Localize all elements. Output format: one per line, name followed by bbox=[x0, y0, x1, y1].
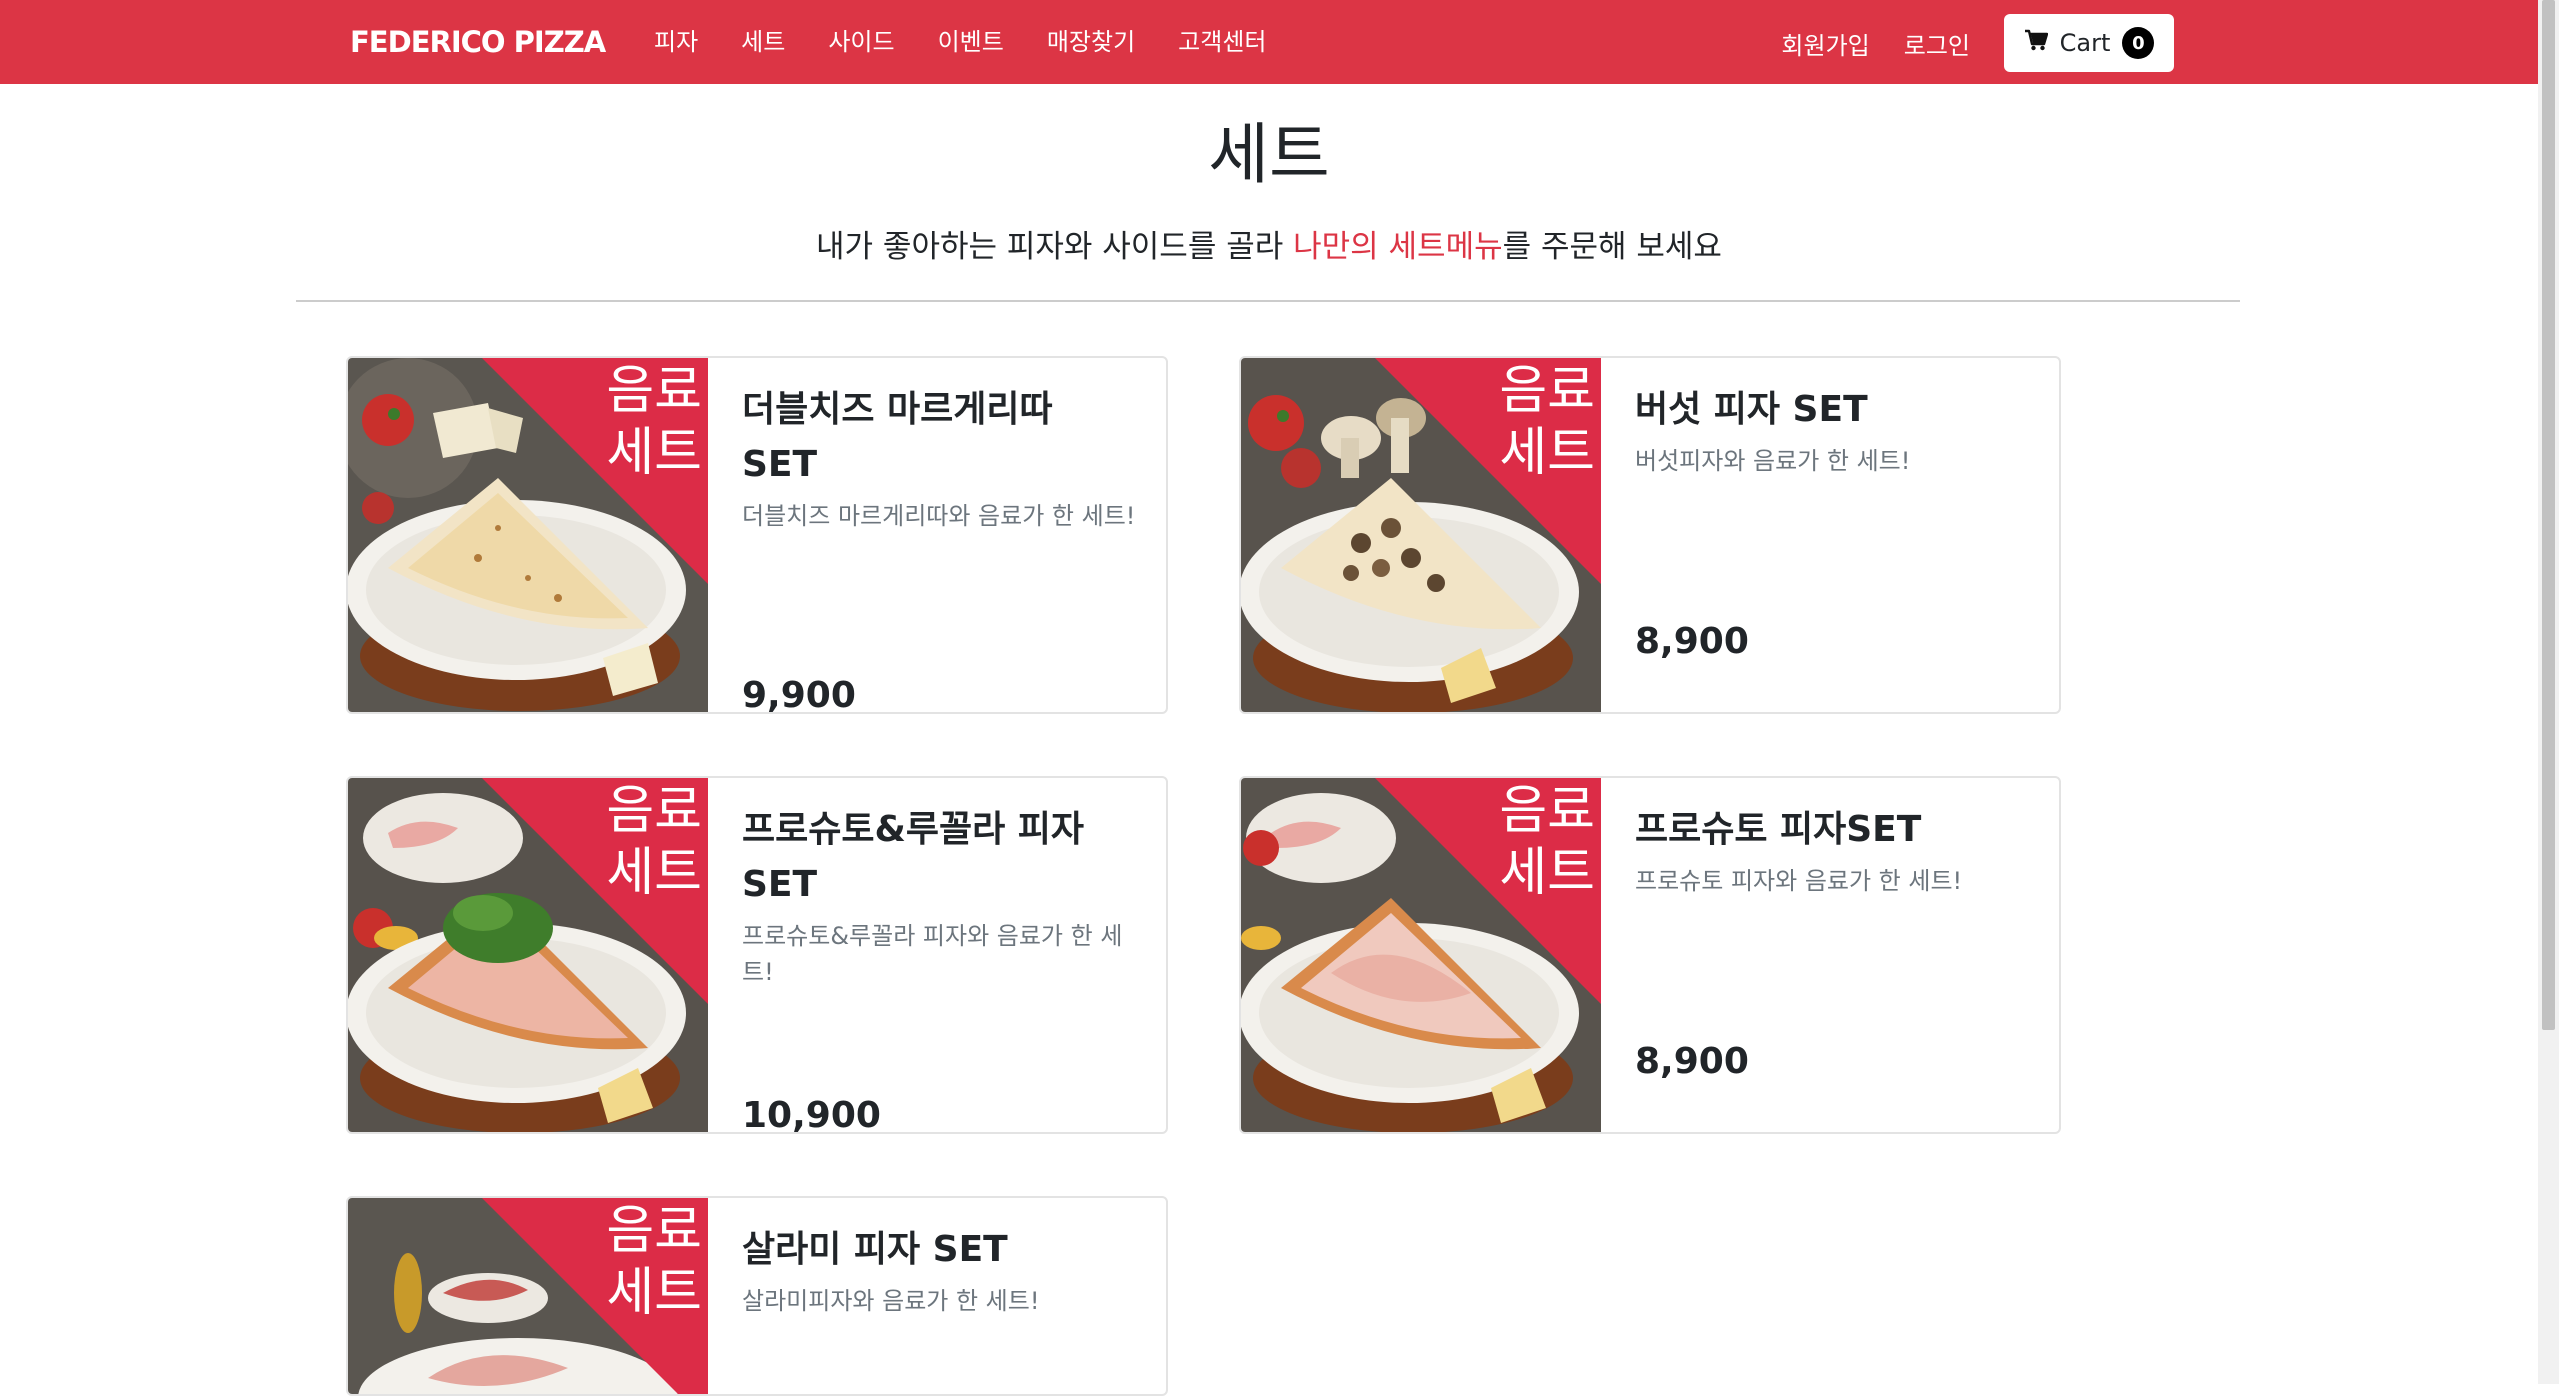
card-body: 프로슈토&루꼴라 피자 SET 프로슈토&루꼴라 피자와 음료가 한 세트! bbox=[742, 802, 1136, 990]
navbar: FEDERICO PIZZA 피자 세트 사이드 이벤트 매장찾기 고객센터 회… bbox=[0, 0, 2538, 84]
drink-set-banner: 음료 세트 bbox=[1499, 361, 1595, 483]
drink-set-banner: 음료 세트 bbox=[1499, 781, 1595, 903]
product-name[interactable]: 살라미 피자 SET bbox=[742, 1222, 1136, 1277]
nav-link-side[interactable]: 사이드 bbox=[828, 22, 894, 62]
product-price: 10,900 bbox=[742, 1095, 881, 1134]
product-name[interactable]: 프로슈토 피자SET bbox=[1635, 802, 2029, 857]
product-name[interactable]: 버섯 피자 SET bbox=[1635, 382, 2029, 437]
nav-link-customer-center[interactable]: 고객센터 bbox=[1178, 22, 1266, 62]
subtitle-highlight: 나만의 세트메뉴 bbox=[1293, 229, 1503, 265]
product-image[interactable]: 음료 세트 bbox=[348, 778, 708, 1132]
product-name[interactable]: 프로슈토&루꼴라 피자 SET bbox=[742, 802, 1136, 912]
cart-label: Cart bbox=[2059, 29, 2111, 57]
product-card[interactable]: 음료 세트 프로슈토 피자SET 프로슈토 피자와 음료가 한 세트! 8,900 bbox=[1239, 776, 2061, 1134]
product-card[interactable]: 음료 세트 살라미 피자 SET 살라미피자와 음료가 한 세트! bbox=[346, 1196, 1168, 1396]
cart-icon bbox=[2024, 29, 2048, 57]
nav-link-set[interactable]: 세트 bbox=[741, 22, 785, 62]
header-divider bbox=[296, 300, 2240, 302]
product-image[interactable]: 음료 세트 bbox=[348, 358, 708, 712]
product-description: 버섯피자와 음료가 한 세트! bbox=[1635, 447, 1911, 475]
product-image[interactable]: 음료 세트 bbox=[1241, 778, 1601, 1132]
nav-link-store-finder[interactable]: 매장찾기 bbox=[1047, 22, 1135, 62]
subtitle-text-end: 를 주문해 보세요 bbox=[1502, 229, 1722, 265]
nav-menu: 피자 세트 사이드 이벤트 매장찾기 고객센터 bbox=[654, 22, 1310, 62]
product-image[interactable]: 음료 세트 bbox=[348, 1198, 708, 1394]
card-body: 더블치즈 마르게리따 SET 더블치즈 마르게리따와 음료가 한 세트! bbox=[742, 382, 1136, 534]
drink-set-banner: 음료 세트 bbox=[606, 781, 702, 903]
drink-set-banner: 음료 세트 bbox=[606, 1201, 702, 1323]
product-price: 8,900 bbox=[1635, 621, 1749, 662]
product-description: 프로슈토&루꼴라 피자와 음료가 한 세트! bbox=[742, 922, 1123, 986]
drink-set-banner: 음료 세트 bbox=[606, 361, 702, 483]
brand-logo[interactable]: FEDERICO PIZZA bbox=[350, 22, 606, 62]
nav-link-pizza[interactable]: 피자 bbox=[654, 22, 698, 62]
cart-button[interactable]: Cart 0 bbox=[2004, 14, 2174, 72]
card-body: 프로슈토 피자SET 프로슈토 피자와 음료가 한 세트! bbox=[1635, 802, 2029, 899]
subtitle-text: 내가 좋아하는 피자와 사이드를 골라 bbox=[816, 229, 1294, 265]
page-scrollbar[interactable] bbox=[2538, 0, 2559, 1384]
card-body: 살라미 피자 SET 살라미피자와 음료가 한 세트! bbox=[742, 1222, 1136, 1319]
product-card[interactable]: 음료 세트 더블치즈 마르게리따 SET 더블치즈 마르게리따와 음료가 한 세트… bbox=[346, 356, 1168, 714]
product-description: 프로슈토 피자와 음료가 한 세트! bbox=[1635, 867, 1963, 895]
page-title: 세트 bbox=[1208, 116, 1330, 193]
product-card[interactable]: 음료 세트 버섯 피자 SET 버섯피자와 음료가 한 세트! 8,900 bbox=[1239, 356, 2061, 714]
nav-right: 회원가입 로그인 Cart 0 bbox=[1781, 14, 2174, 72]
page-subtitle: 내가 좋아하는 피자와 사이드를 골라 나만의 세트메뉴를 주문해 보세요 bbox=[0, 222, 2538, 272]
product-price: 9,900 bbox=[742, 675, 856, 714]
product-name[interactable]: 더블치즈 마르게리따 SET bbox=[742, 382, 1136, 492]
product-description: 살라미피자와 음료가 한 세트! bbox=[742, 1287, 1040, 1315]
scrollbar-thumb[interactable] bbox=[2542, 0, 2555, 1030]
card-body: 버섯 피자 SET 버섯피자와 음료가 한 세트! bbox=[1635, 382, 2029, 479]
product-card[interactable]: 음료 세트 프로슈토&루꼴라 피자 SET 프로슈토&루꼴라 피자와 음료가 한 … bbox=[346, 776, 1168, 1134]
product-price: 8,900 bbox=[1635, 1041, 1749, 1082]
signup-link[interactable]: 회원가입 bbox=[1781, 26, 1869, 61]
login-link[interactable]: 로그인 bbox=[1904, 26, 1970, 61]
product-image[interactable]: 음료 세트 bbox=[1241, 358, 1601, 712]
product-description: 더블치즈 마르게리따와 음료가 한 세트! bbox=[742, 502, 1136, 530]
nav-link-event[interactable]: 이벤트 bbox=[938, 22, 1004, 62]
cart-count-badge: 0 bbox=[2122, 27, 2155, 59]
